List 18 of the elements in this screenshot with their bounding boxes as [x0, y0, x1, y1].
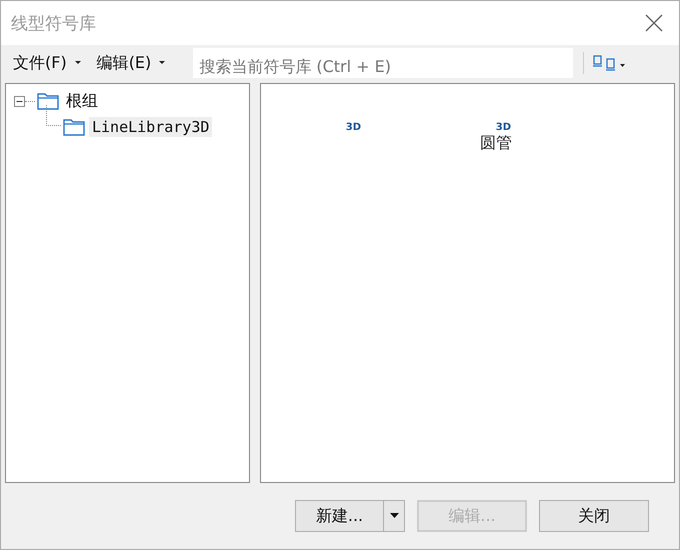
- dialog-button[interactable]: 关闭: [539, 500, 649, 532]
- badge-3d: 3D: [496, 122, 511, 133]
- tree-item[interactable]: LineLibrary3D: [89, 117, 212, 137]
- caret-icon: [390, 513, 398, 519]
- symbol-label[interactable]: 圆管: [480, 133, 512, 154]
- badge-3d: 3D: [346, 122, 361, 133]
- close-icon[interactable]: [645, 14, 663, 32]
- collapse-icon[interactable]: [14, 96, 25, 106]
- menu-item[interactable]: 文件(F): [7, 52, 87, 74]
- menu-item[interactable]: 编辑(E): [90, 52, 172, 74]
- window-title: 线型符号库: [11, 12, 96, 34]
- caret-icon: [159, 61, 166, 65]
- folder-icon: [63, 118, 85, 136]
- search-field[interactable]: 搜索当前符号库 (Ctrl + E): [193, 48, 574, 78]
- view-toggle-icon[interactable]: [592, 54, 626, 72]
- tree-item[interactable]: 根组: [63, 90, 101, 112]
- folder-icon: [37, 92, 59, 110]
- caret-icon: [74, 61, 81, 65]
